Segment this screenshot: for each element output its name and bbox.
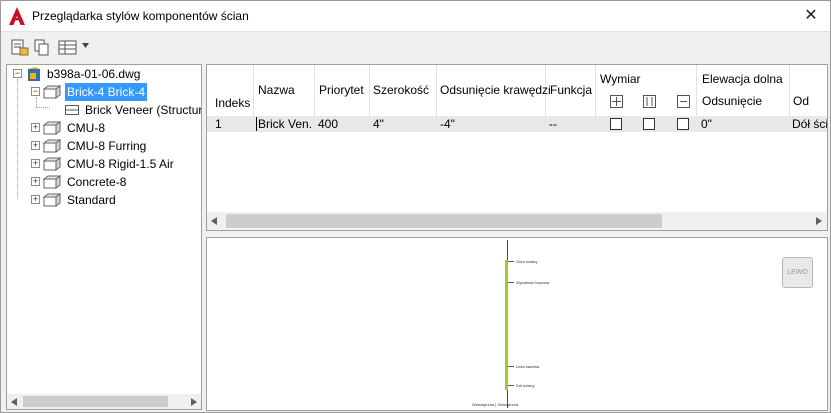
scroll-right-arrow-icon[interactable] (191, 398, 197, 406)
expand-expander[interactable]: + (31, 159, 40, 168)
drawing-file-icon (28, 67, 40, 81)
column-header-index[interactable]: Indeks (215, 96, 250, 110)
wall-component-icon (65, 105, 79, 115)
close-button[interactable]: ✕ (800, 5, 822, 27)
column-divider (789, 65, 790, 117)
column-header-edge-offset[interactable]: Odsunięcie krawędzi (440, 83, 551, 97)
column-header-dimension[interactable]: Wymiar (600, 72, 641, 86)
dimension-both-checkbox[interactable] (643, 118, 655, 130)
level-marker (508, 366, 514, 367)
tree-item-brick-veneer[interactable]: Brick Veneer (Structur (7, 101, 201, 119)
column-header-bottom-elevation[interactable]: Elewacja dolna (702, 72, 783, 86)
column-divider (595, 65, 596, 117)
components-grid: Indeks Nazwa Priorytet Szerokość Odsunię… (206, 64, 828, 231)
wall-component-style-browser-window: Przeglądarka stylów komponentów ścian ✕ (0, 0, 831, 413)
wall-style-icon (43, 157, 61, 171)
column-header-priority[interactable]: Priorytet (319, 83, 364, 97)
expand-expander[interactable]: + (31, 123, 40, 132)
column-header-width[interactable]: Szerokość (373, 83, 429, 97)
expand-expander[interactable]: + (31, 177, 40, 186)
wall-preview: Góra ściany Wysokość bazowa Linia bazowa… (206, 237, 828, 411)
expand-expander[interactable]: + (31, 195, 40, 204)
cell-index: 1 (215, 117, 222, 131)
level-marker (508, 282, 514, 283)
base-height-label: Wysokość bazowa (516, 280, 550, 285)
wall-style-icon (43, 175, 61, 189)
tree-item-label: b398a-01-06.dwg (47, 67, 141, 81)
cell-function[interactable]: -- (549, 117, 557, 131)
table-view-icon[interactable] (58, 39, 78, 56)
scroll-thumb[interactable] (226, 214, 662, 228)
cell-width[interactable]: 4" (373, 117, 384, 131)
expand-expander[interactable]: + (31, 141, 40, 150)
tree-item-label: Brick Veneer (Structur (85, 103, 202, 117)
scroll-thumb[interactable] (23, 396, 168, 407)
column-divider (253, 65, 254, 117)
wall-component-bar (505, 260, 508, 390)
cell-edge-offset[interactable]: -4" (440, 117, 455, 131)
collapse-expander[interactable]: − (31, 87, 40, 96)
dropdown-arrow-icon[interactable] (82, 43, 89, 48)
style-properties-icon[interactable] (11, 39, 29, 56)
wall-style-icon (43, 139, 61, 153)
tree-item-label: Concrete-8 (67, 175, 127, 189)
cell-offset[interactable]: 0" (701, 117, 712, 131)
dimension-both-sides-icon (643, 95, 656, 108)
wall-style-icon (43, 193, 61, 207)
tree-horizontal-scrollbar[interactable] (7, 394, 201, 409)
window-title: Przeglądarka stylów komponentów ścian (32, 9, 249, 23)
tree-item-brick-4[interactable]: − Brick-4 Brick-4 (7, 83, 201, 101)
tree-item-label: Standard (67, 193, 116, 207)
tree-item-label: Brick-4 Brick-4 (65, 83, 148, 101)
column-header-from[interactable]: Od (793, 94, 809, 108)
column-header-offset[interactable]: Odsunięcie (702, 94, 762, 108)
title-bar: Przeglądarka stylów komponentów ścian ✕ (1, 1, 830, 32)
baseline-label: Linia bazowa (516, 364, 540, 369)
level-marker (508, 261, 514, 262)
scroll-left-arrow-icon[interactable] (211, 217, 217, 225)
cell-from[interactable]: Dół ści (792, 117, 827, 131)
dimension-center-checkbox[interactable] (610, 118, 622, 130)
column-divider (314, 65, 315, 117)
autocad-logo-icon (9, 7, 25, 25)
cell-name[interactable]: Brick Ven... (256, 117, 312, 131)
tree-item-label: CMU-8 Rigid-1.5 Air (67, 157, 174, 171)
wall-style-icon (43, 121, 61, 135)
interior-exterior-label: Wewnętrzna | Zewnętrzna (472, 402, 519, 407)
scroll-left-arrow-icon[interactable] (11, 398, 17, 406)
column-header-name[interactable]: Nazwa (258, 83, 295, 97)
column-divider (369, 65, 370, 117)
column-divider (696, 65, 697, 117)
dimension-center-icon (610, 95, 623, 108)
collapse-expander[interactable]: − (13, 69, 22, 78)
level-marker (508, 385, 514, 386)
dimension-minus-icon (677, 95, 690, 108)
column-header-function[interactable]: Funkcja (550, 83, 592, 97)
copy-icon[interactable] (33, 39, 51, 56)
toolbar (1, 32, 830, 62)
cell-priority[interactable]: 400 (318, 117, 338, 131)
column-divider (436, 65, 437, 117)
scroll-right-arrow-icon[interactable] (816, 217, 822, 225)
lewo-view-button[interactable]: LEWO (782, 257, 813, 288)
grid-horizontal-scrollbar[interactable] (207, 212, 827, 230)
wall-style-icon (43, 85, 61, 99)
bottom-of-wall-label: Dół ściany (516, 383, 535, 388)
top-of-wall-label: Góra ściany (516, 259, 538, 264)
dimension-minus-checkbox[interactable] (677, 118, 689, 130)
tree-item-label: CMU-8 Furring (67, 139, 147, 153)
style-tree: − b398a-01-06.dwg − Brick-4 Brick-4 Bric… (6, 64, 202, 410)
tree-item-label: CMU-8 (67, 121, 105, 135)
